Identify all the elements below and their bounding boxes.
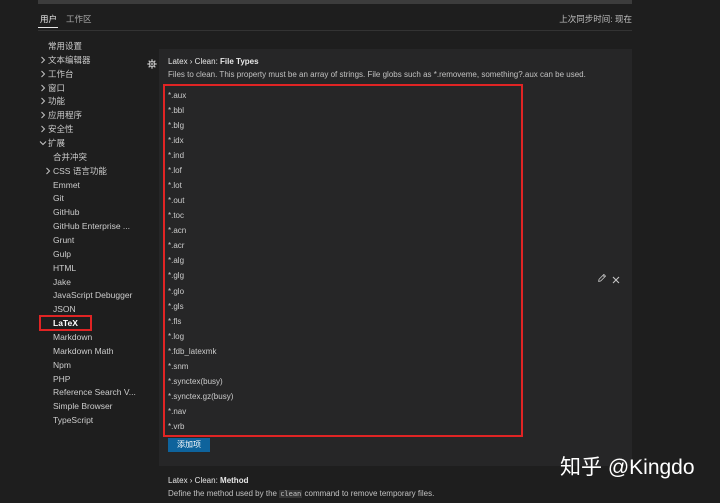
sidebar-item-label: 安全性 <box>48 124 74 134</box>
sidebar-item-label: GitHub Enterprise ... <box>53 221 131 231</box>
pencil-icon[interactable] <box>597 270 607 282</box>
gear-icon[interactable] <box>147 56 157 69</box>
watermark: 知乎 @Kingdo <box>560 456 695 479</box>
sidebar-item-css-language-features[interactable]: CSS 语言功能 <box>46 164 107 178</box>
chevron-right-icon <box>44 167 52 175</box>
add-item-button[interactable]: 添加项 <box>168 438 210 452</box>
sidebar-item-label: 窗口 <box>48 83 66 93</box>
sidebar-item-window[interactable]: 窗口 <box>41 81 66 95</box>
sidebar-item-label: Grunt <box>53 235 75 245</box>
sidebar-item-label: 文本编辑器 <box>48 55 91 65</box>
sidebar-item-npm[interactable]: Npm <box>53 358 71 372</box>
sidebar-item-github-enterprise[interactable]: GitHub Enterprise ... <box>53 219 130 233</box>
active-tab-indicator <box>38 27 58 28</box>
sidebar-item-label: CSS 语言功能 <box>53 166 107 176</box>
sidebar-item-workbench[interactable]: 工作台 <box>41 67 74 81</box>
setting-name: Method <box>220 476 249 485</box>
sidebar-item-typescript[interactable]: TypeScript <box>53 413 93 427</box>
sidebar-item-label: 工作台 <box>48 69 74 79</box>
sidebar-item-github[interactable]: GitHub <box>53 205 79 219</box>
sidebar-item-javascript-debugger[interactable]: JavaScript Debugger <box>53 288 132 302</box>
chevron-right-icon <box>39 125 47 133</box>
setting-title: Latex › Clean: File Types <box>168 57 259 67</box>
sidebar-item-application[interactable]: 应用程序 <box>41 108 83 122</box>
sidebar-item-label: Gulp <box>53 249 71 259</box>
description-text: Define the method used by the <box>168 489 280 498</box>
sidebar-item-simple-browser[interactable]: Simple Browser <box>53 399 113 413</box>
sidebar-item-merge-conflict[interactable]: 合并冲突 <box>53 150 87 164</box>
sidebar-item-php[interactable]: PHP <box>53 372 70 386</box>
sidebar-item-label: Markdown Math <box>53 346 114 356</box>
sidebar-item-security[interactable]: 安全性 <box>41 122 74 136</box>
description-text: command to remove temporary files. <box>302 489 435 498</box>
sidebar-item-extensions[interactable]: 扩展 <box>39 136 66 150</box>
sidebar-item-label: Reference Search V... <box>53 387 136 397</box>
sidebar-item-label: 应用程序 <box>48 110 83 120</box>
tab-workspace[interactable]: 工作区 <box>66 13 92 25</box>
list-highlight-outline <box>163 84 523 437</box>
sidebar-item-markdown[interactable]: Markdown <box>53 330 92 344</box>
sidebar-item-label: Npm <box>53 360 71 370</box>
chevron-right-icon <box>39 70 47 78</box>
sidebar-item-jake[interactable]: Jake <box>53 275 71 289</box>
selection-highlight-outline <box>39 315 92 331</box>
chevron-right-icon <box>39 84 47 92</box>
sidebar-item-commonly-used[interactable]: 常用设置 <box>48 39 82 53</box>
chevron-right-icon <box>39 111 47 119</box>
close-icon[interactable] <box>612 271 620 284</box>
sidebar-item-gulp[interactable]: Gulp <box>53 247 71 261</box>
chevron-down-icon <box>39 139 47 147</box>
sync-status: 上次同步时间: 现在 <box>559 14 632 24</box>
sidebar-item-features[interactable]: 功能 <box>41 94 66 108</box>
sidebar-item-label: PHP <box>53 374 71 384</box>
chevron-right-icon <box>39 56 47 64</box>
setting-title-method: Latex › Clean: Method <box>168 476 248 486</box>
sidebar-item-label: TypeScript <box>53 415 94 425</box>
sidebar-item-label: Jake <box>53 277 71 287</box>
chevron-right-icon <box>39 97 47 105</box>
sidebar-item-label: JavaScript Debugger <box>53 290 133 300</box>
sidebar-item-git[interactable]: Git <box>53 191 64 205</box>
tab-user[interactable]: 用户 <box>40 13 57 25</box>
sidebar-item-emmet[interactable]: Emmet <box>53 178 80 192</box>
sidebar-item-json[interactable]: JSON <box>53 302 76 316</box>
setting-category: Latex › Clean: <box>168 476 221 485</box>
setting-description-method: Define the method used by the clean comm… <box>168 489 434 499</box>
sidebar-item-label: Git <box>53 193 64 203</box>
sidebar-item-label: HTML <box>53 263 77 273</box>
sidebar-item-label: Markdown <box>53 332 93 342</box>
sidebar-item-text-editor[interactable]: 文本编辑器 <box>41 53 91 67</box>
sidebar-item-label: JSON <box>53 304 76 314</box>
sidebar-item-label: Emmet <box>53 180 80 190</box>
sidebar-item-grunt[interactable]: Grunt <box>53 233 74 247</box>
sidebar-item-label: 合并冲突 <box>53 152 88 162</box>
tab-divider <box>38 30 632 31</box>
sidebar-item-label: GitHub <box>53 207 80 217</box>
setting-category: Latex › Clean: <box>168 57 221 66</box>
setting-description: Files to clean. This property must be an… <box>168 70 586 79</box>
sidebar-item-label: 功能 <box>48 96 66 106</box>
sidebar-item-reference-search-view[interactable]: Reference Search V... <box>53 385 136 399</box>
inline-code: clean <box>279 490 303 498</box>
sidebar-item-label: 扩展 <box>48 138 66 148</box>
sidebar-item-label: Simple Browser <box>53 401 113 411</box>
search-bar-edge <box>38 0 632 4</box>
sidebar-item-label: 常用设置 <box>48 41 83 51</box>
sidebar-item-markdown-math[interactable]: Markdown Math <box>53 344 113 358</box>
setting-name: File Types <box>220 57 259 66</box>
sidebar-item-html[interactable]: HTML <box>53 261 76 275</box>
